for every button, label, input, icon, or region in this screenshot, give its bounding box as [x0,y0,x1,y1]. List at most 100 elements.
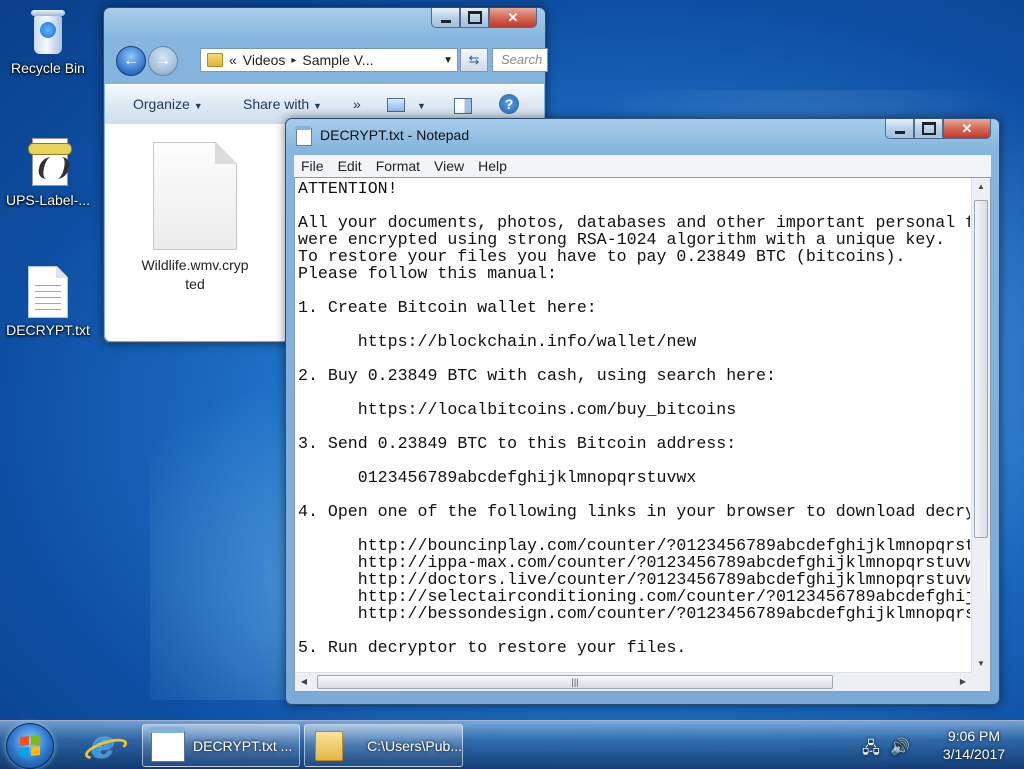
scroll-left-icon[interactable]: ◀ [295,673,313,691]
preview-pane-icon[interactable] [454,98,472,114]
back-button[interactable]: ← [116,46,146,76]
close-button[interactable]: ✕ [943,119,991,139]
organize-button[interactable]: Organize ▼ [133,96,203,112]
text-line: 1. Create Bitcoin wallet here: [298,298,597,317]
share-with-button[interactable]: Share with ▼ [243,96,322,112]
text-line: 3. Send 0.23849 BTC to this Bitcoin addr… [298,434,737,453]
vertical-scrollbar[interactable]: ▲ ▼ [971,178,990,673]
size-grip [972,673,990,691]
menu-view[interactable]: View [434,158,464,174]
clock[interactable]: 9:06 PM 3/14/2017 [938,727,1010,763]
chevron-down-icon: ▼ [313,101,322,111]
forward-button[interactable]: → [148,46,178,76]
desktop-icon-decrypt-txt[interactable]: DECRYPT.txt [0,266,96,338]
text-line: 0123456789abcdefghijklmnopqrstuvwx [298,468,697,487]
menu-file[interactable]: File [301,158,324,174]
breadcrumb-videos[interactable]: Videos [243,52,286,68]
taskbar-item-notepad[interactable]: DECRYPT.txt ... [142,724,300,767]
explorer-caption-buttons: ✕ [431,8,537,28]
text-line [298,316,970,333]
maximize-button[interactable] [460,8,489,28]
help-icon[interactable]: ? [499,94,519,114]
network-icon[interactable]: 🖧 [862,737,880,764]
close-button[interactable]: ✕ [489,8,537,28]
desktop-icon-recycle-bin[interactable]: Recycle Bin [0,6,96,76]
menu-edit[interactable]: Edit [338,158,362,174]
organize-label: Organize [133,96,190,112]
maximize-button[interactable] [914,119,943,139]
text-line: http://doctors.live/counter/?0123456789a… [298,570,970,589]
folder-icon [315,730,344,761]
desktop-icon-ups-label[interactable]: UPS-Label-... [0,136,96,208]
windows-logo-icon [20,734,40,758]
share-with-label: Share with [243,96,310,112]
taskbar: e DECRYPT.txt ... C:\Users\Pub... 🖧 🔊 9:… [0,720,1024,769]
start-button[interactable] [6,723,54,769]
chevron-down-icon[interactable]: ▼ [443,55,453,66]
file-icon [153,142,237,250]
taskbar-item-explorer[interactable]: C:\Users\Pub... [304,724,463,767]
desktop-icon-label: DECRYPT.txt [6,322,90,338]
taskbar-item-label: C:\Users\Pub... [367,737,462,754]
text-line: ATTENTION! [298,180,398,198]
internet-explorer-icon[interactable]: e [80,724,126,766]
script-file-icon [26,136,72,188]
text-line: All your documents, photos, databases an… [298,213,970,232]
breadcrumb-separator-icon: ▸ [291,54,297,66]
scroll-up-icon[interactable]: ▲ [972,178,990,196]
more-commands-button[interactable]: » [353,96,361,112]
text-line: Please follow this manual: [298,264,557,283]
folder-icon [207,53,223,67]
system-tray: 🖧 🔊 9:06 PM 3/14/2017 [860,727,1010,763]
refresh-button[interactable]: ⇆ [460,48,488,72]
menu-bar: File Edit Format View Help [294,155,991,177]
scroll-thumb[interactable]: ||| [317,675,833,689]
text-line: http://bouncinplay.com/counter/?01234567… [298,536,970,555]
minimize-icon [440,20,451,23]
address-bar[interactable]: « Videos ▸ Sample V... ▼ [200,48,458,72]
minimize-button[interactable] [885,119,914,139]
text-line: 5. Run decryptor to restore your files. [298,638,687,657]
text-line: 2. Buy 0.23849 BTC with cash, using sear… [298,366,776,385]
notepad-icon [149,726,185,762]
recycle-bin-icon [29,6,67,56]
close-icon: ✕ [961,120,973,136]
text-line: 4. Open one of the following links in yo… [298,502,970,521]
address-row: ← → « Videos ▸ Sample V... ▼ ⇆ Search [112,46,548,78]
minimize-button[interactable] [431,8,460,28]
view-options-icon[interactable] [387,98,405,112]
breadcrumb-overflow[interactable]: « [229,52,237,68]
text-line [298,452,970,469]
back-arrow-icon: ← [123,52,139,69]
maximize-icon [921,122,936,135]
text-line [298,197,970,214]
text-line: https://blockchain.info/wallet/new [298,332,697,351]
text-line [298,384,970,401]
file-name-line: ted [185,276,205,292]
taskbar-item-label: DECRYPT.txt ... [193,737,293,754]
text-line: http://bessondesign.com/counter/?0123456… [298,604,970,623]
chevron-down-icon: ▼ [193,101,203,111]
text-line [298,486,970,503]
text-line: http://selectairconditioning.com/counter… [298,587,970,606]
volume-icon[interactable]: 🔊 [890,737,910,757]
scroll-right-icon[interactable]: ▶ [954,673,972,691]
scroll-down-icon[interactable]: ▼ [972,655,990,673]
text-line [298,282,970,299]
scroll-thumb[interactable] [974,200,988,538]
chevron-down-icon[interactable]: ▼ [417,101,426,111]
breadcrumb-sample-videos[interactable]: Sample V... [302,52,373,68]
text-line [298,418,970,435]
notepad-icon [295,126,312,146]
file-name-line: Wildlife.wmv.cryp [141,257,249,273]
horizontal-scrollbar[interactable]: ◀ ||| ▶ [295,672,972,691]
menu-help[interactable]: Help [478,158,507,174]
window-title: DECRYPT.txt - Notepad [320,127,470,143]
search-input[interactable]: Search [492,48,548,72]
document-text[interactable]: ATTENTION! All your documents, photos, da… [298,180,970,671]
notepad-caption-buttons: ✕ [885,119,991,139]
file-name: Wildlife.wmv.cryp ted [133,256,257,294]
menu-format[interactable]: Format [376,158,420,174]
text-line [298,622,970,639]
text-editor[interactable]: ATTENTION! All your documents, photos, da… [294,177,991,692]
